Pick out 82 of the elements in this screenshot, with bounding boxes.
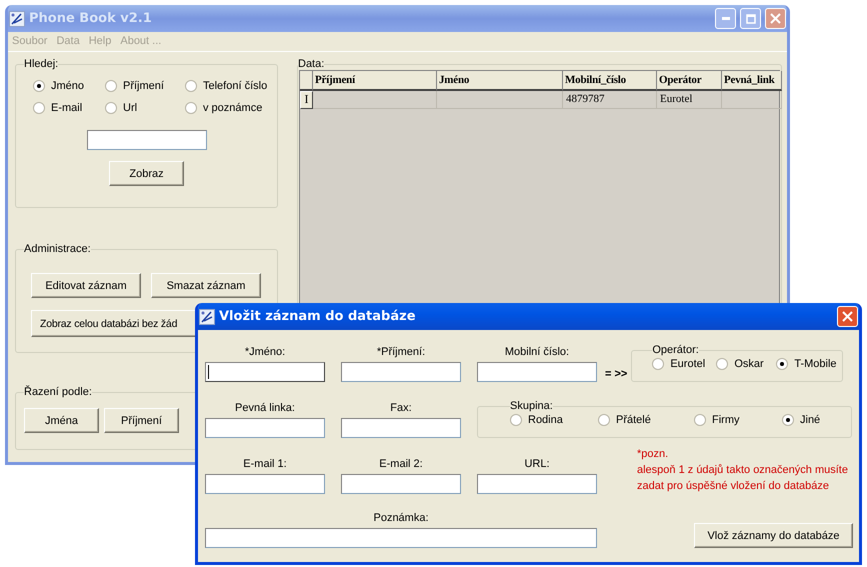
input-field[interactable] xyxy=(477,362,597,382)
arrow-label: = >> xyxy=(605,368,628,380)
table-cell: 4879787 xyxy=(563,91,657,109)
radio-option[interactable]: Url xyxy=(105,102,185,114)
table-cell: Eurotel xyxy=(657,91,722,109)
radio-circle[interactable] xyxy=(185,80,197,92)
radio-option[interactable]: T-Mobile xyxy=(776,358,837,370)
radio-option[interactable]: v poznámce xyxy=(185,102,269,114)
input-field[interactable] xyxy=(205,418,325,438)
group-title: Operátor: xyxy=(652,344,699,356)
column-header[interactable]: Mobilní_číslo xyxy=(563,71,657,91)
field-label: Mobilní číslo: xyxy=(504,346,570,358)
close-icon xyxy=(842,311,853,322)
row-marker[interactable]: I xyxy=(300,91,313,109)
field-label: *Příjmení: xyxy=(376,346,426,358)
radio-circle[interactable] xyxy=(716,358,728,370)
field-label: Poznámka: xyxy=(373,512,429,524)
admin-button[interactable]: Editovat záznam xyxy=(31,273,141,298)
radio-option[interactable]: Přátelé xyxy=(598,414,694,426)
window-title: Phone Book v2.1 xyxy=(29,11,153,26)
radio-option[interactable]: Firmy xyxy=(694,414,782,426)
note-line: alespoň 1 z údajů takto označených musíte xyxy=(637,463,848,478)
input-field[interactable] xyxy=(477,474,597,494)
input-field[interactable] xyxy=(205,474,325,494)
close-icon xyxy=(770,13,781,24)
field-label: E-mail 1: xyxy=(243,458,287,470)
radio-option[interactable]: E-mail xyxy=(33,102,105,114)
column-header[interactable]: Jméno xyxy=(437,71,563,91)
radio-option[interactable]: Příjmení xyxy=(105,80,185,92)
radio-circle[interactable] xyxy=(776,358,788,370)
radio-option[interactable]: Jiné xyxy=(782,414,843,426)
radio-option[interactable]: Eurotel xyxy=(652,358,716,370)
radio-circle[interactable] xyxy=(782,414,794,426)
field-label: E-mail 2: xyxy=(379,458,423,470)
radio-circle[interactable] xyxy=(598,414,610,426)
radio-circle[interactable] xyxy=(105,80,117,92)
close-button[interactable] xyxy=(837,306,858,327)
radio-circle[interactable] xyxy=(33,80,45,92)
field-label: *Jméno: xyxy=(244,346,286,358)
field-label: URL: xyxy=(524,458,550,470)
app-icon xyxy=(199,308,215,324)
input-field[interactable] xyxy=(341,362,461,382)
radio-circle[interactable] xyxy=(185,102,197,114)
radio-option[interactable]: Oskar xyxy=(716,358,776,370)
group-title: Data: xyxy=(298,58,324,70)
column-header[interactable]: Operátor xyxy=(657,71,722,91)
maximize-button[interactable] xyxy=(740,8,761,29)
group-title: Řazení podle: xyxy=(24,386,92,398)
minimize-button[interactable] xyxy=(715,8,736,29)
radio-circle[interactable] xyxy=(694,414,706,426)
radio-circle[interactable] xyxy=(33,102,45,114)
column-header[interactable]: Příjmení xyxy=(313,71,437,91)
radio-option[interactable]: Rodina xyxy=(510,414,598,426)
radio-circle[interactable] xyxy=(652,358,664,370)
sort-button[interactable]: Příjmení xyxy=(104,408,179,433)
radio-circle[interactable] xyxy=(105,102,117,114)
field-label: Fax: xyxy=(390,402,412,414)
submit-button[interactable]: Vlož záznamy do databáze xyxy=(694,523,853,548)
note-line: zadat pro úspěšné vložení do databáze xyxy=(637,479,830,494)
sort-button[interactable]: Jména xyxy=(24,408,99,433)
column-header[interactable]: Pevná_link xyxy=(722,71,782,91)
input-field[interactable] xyxy=(341,474,461,494)
search-field[interactable] xyxy=(86,130,206,150)
radio-option[interactable]: Jméno xyxy=(33,80,105,92)
text-cursor xyxy=(208,365,209,379)
input-field[interactable] xyxy=(205,362,325,382)
empty-cell xyxy=(722,91,782,109)
note-line: *pozn. xyxy=(637,447,670,462)
maximize-icon xyxy=(746,14,756,24)
input-field[interactable] xyxy=(341,418,461,438)
admin-button[interactable]: Smazat záznam xyxy=(151,273,261,298)
field-label: Pevná linka: xyxy=(235,402,295,414)
group-title: Hledej: xyxy=(24,58,58,70)
app-icon xyxy=(9,10,25,26)
radio-option[interactable]: Telefoní číslo xyxy=(185,80,269,92)
close-button[interactable] xyxy=(765,8,786,29)
minimize-icon xyxy=(722,17,730,20)
group-title: Skupina: xyxy=(510,400,553,412)
input-field[interactable] xyxy=(205,528,597,548)
group-title: Administrace: xyxy=(24,243,91,255)
show-button[interactable]: Zobraz xyxy=(109,161,184,186)
radio-circle[interactable] xyxy=(510,414,522,426)
